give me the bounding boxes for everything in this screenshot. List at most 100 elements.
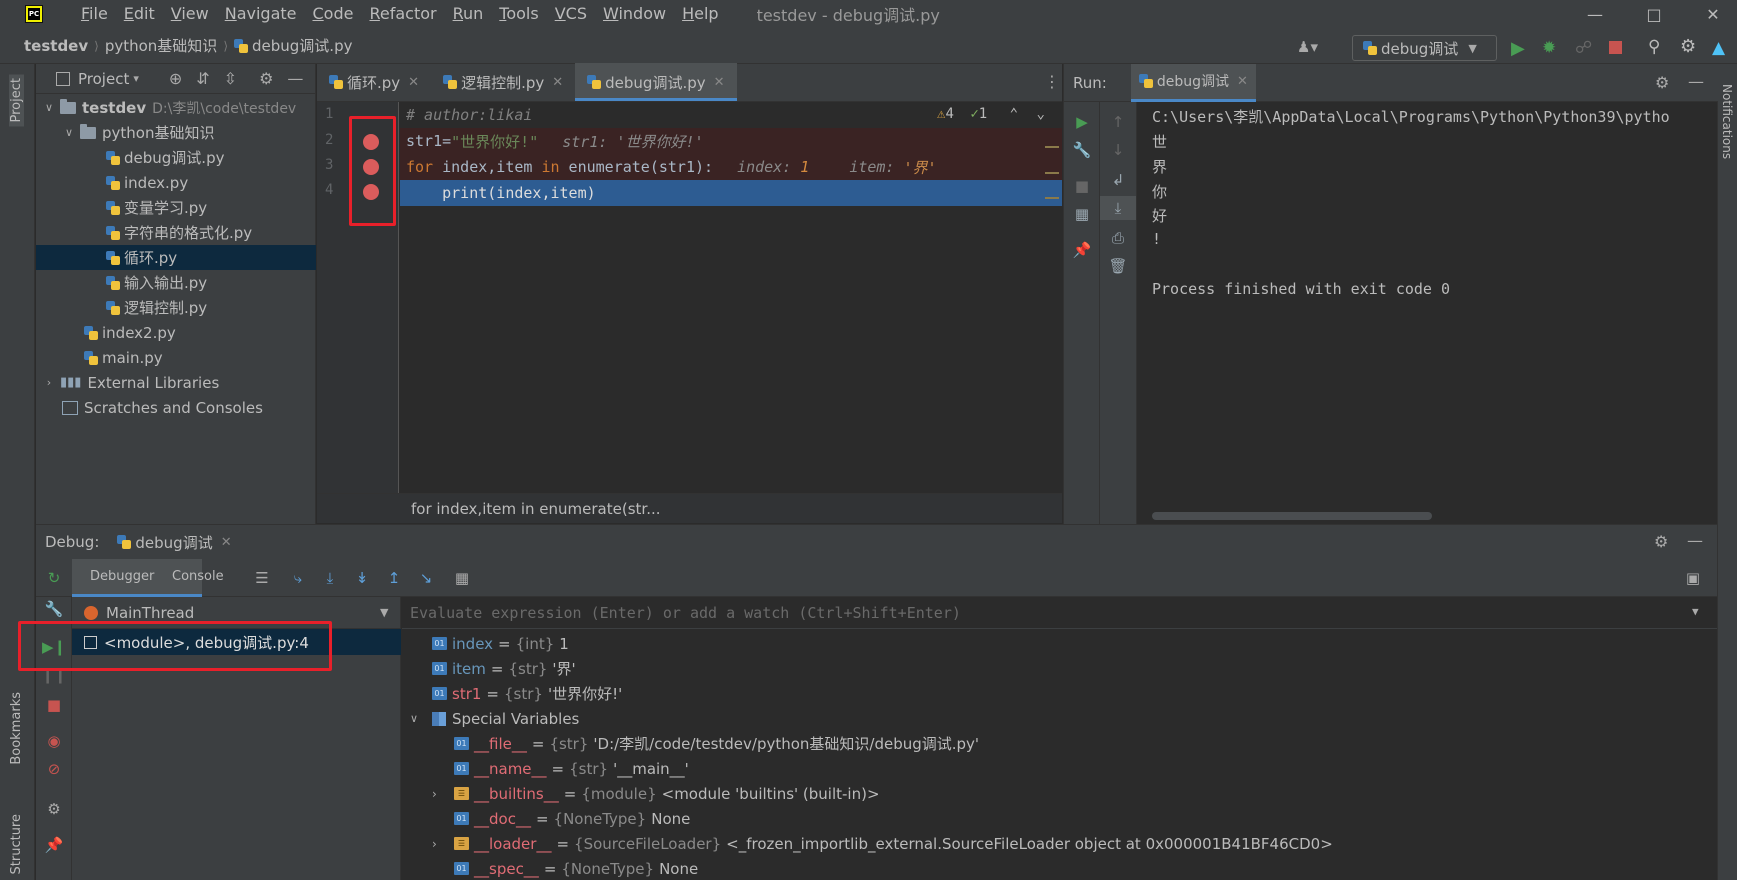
code-line-3[interactable]: for index,item in enumerate(str1): index…: [400, 154, 1062, 180]
tree-item-file[interactable]: 输入输出.py: [36, 270, 316, 295]
menu-window[interactable]: Window: [595, 0, 674, 28]
tab-logic-control[interactable]: 逻辑控制.py ✕: [431, 63, 575, 101]
pin-icon[interactable]: 📌: [1064, 238, 1100, 262]
chevron-down-icon[interactable]: ▼: [380, 606, 388, 619]
close-tab-icon[interactable]: ✕: [221, 535, 232, 550]
tab-debug[interactable]: debug调试.py ✕: [575, 63, 737, 101]
settings-gear-icon[interactable]: ⚙: [36, 797, 72, 821]
tree-item-external-libraries[interactable]: › ▮▮▮ External Libraries: [36, 370, 316, 395]
next-highlight-icon[interactable]: ⌄: [1037, 106, 1045, 122]
panel-settings-gear-icon[interactable]: ⚙: [1654, 532, 1668, 551]
chevron-right-icon[interactable]: ›: [42, 376, 56, 389]
collapse-all-icon[interactable]: ⇳: [224, 69, 237, 88]
menu-tools[interactable]: Tools: [491, 0, 546, 28]
chevron-down-icon[interactable]: ∨: [410, 712, 426, 725]
special-variables-group[interactable]: ∨ Special Variables: [410, 706, 579, 731]
breadcrumb-file[interactable]: debug调试.py: [252, 35, 352, 56]
menu-file[interactable]: File: [73, 0, 116, 28]
step-into-icon[interactable]: ⤓: [318, 566, 342, 590]
locate-file-icon[interactable]: ⊕: [169, 69, 182, 88]
close-window-icon[interactable]: ✕: [1693, 0, 1733, 28]
bookmarks-tool-tab[interactable]: Bookmarks: [9, 692, 24, 765]
variable-row[interactable]: 01 __doc__ = {NoneType} None: [454, 806, 690, 831]
soft-wrap-icon[interactable]: ↲: [1100, 168, 1136, 192]
more-tabs-icon[interactable]: ⋮: [1044, 72, 1060, 91]
tree-item-file-selected[interactable]: 循环.py: [36, 245, 316, 270]
arrow-down-icon[interactable]: ↓: [1100, 138, 1136, 162]
tab-loop[interactable]: 循环.py ✕: [317, 63, 431, 101]
variable-row[interactable]: 01 __spec__ = {NoneType} None: [454, 856, 698, 880]
code-with-me-icon[interactable]: ▲: [1712, 38, 1725, 58]
notifications-tool-tab[interactable]: Notifications: [1720, 84, 1734, 159]
expand-all-icon[interactable]: ⇵: [196, 69, 209, 88]
panel-settings-gear-icon[interactable]: ⚙: [1655, 73, 1669, 92]
chevron-down-icon[interactable]: ▼: [1692, 605, 1699, 618]
chevron-right-icon[interactable]: ›: [432, 837, 450, 851]
menu-view[interactable]: View: [163, 0, 217, 28]
menu-lines-icon[interactable]: ☰: [250, 566, 274, 590]
tree-item-file[interactable]: index2.py: [36, 320, 316, 345]
hide-panel-icon[interactable]: —: [1688, 72, 1704, 91]
chevron-down-icon[interactable]: ▾: [133, 72, 139, 85]
menu-help[interactable]: Help: [674, 0, 726, 28]
variable-row[interactable]: 01 str1 = {str} '世界你好!': [432, 681, 622, 706]
inspection-widget[interactable]: ⚠4 ✓1 ⌃ ⌄: [937, 106, 1045, 122]
hide-panel-icon[interactable]: —: [287, 69, 303, 88]
layout-icon[interactable]: ▦: [1064, 202, 1100, 226]
close-tab-icon[interactable]: ✕: [552, 75, 563, 90]
variable-row[interactable]: 01 __name__ = {str} '__main__': [454, 756, 689, 781]
user-icon[interactable]: ♟▾: [1297, 38, 1318, 56]
chevron-down-icon[interactable]: ∨: [62, 126, 76, 139]
code-line-2[interactable]: str1= "世界你好!" str1: '世界你好!': [400, 128, 1062, 154]
tab-debugger[interactable]: Debugger: [90, 569, 154, 584]
code-editor[interactable]: 1 2 3 4 # author:likai ⚠4 ✓1 ⌃ ⌄ str1= "世…: [317, 102, 1062, 502]
breadcrumb-folder[interactable]: python基础知识: [105, 35, 217, 56]
tree-item-python-folder[interactable]: ∨ python基础知识: [36, 120, 316, 145]
hide-panel-icon[interactable]: —: [1687, 531, 1703, 550]
wrench-icon[interactable]: 🔧: [36, 597, 72, 621]
stop-icon[interactable]: ■: [36, 693, 72, 717]
rerun-debug-icon[interactable]: ↻: [42, 566, 66, 590]
maximize-icon[interactable]: □: [1634, 0, 1674, 28]
menu-run[interactable]: Run: [445, 0, 492, 28]
structure-tool-tab[interactable]: Structure: [9, 814, 24, 874]
tree-item-testdev[interactable]: ∨ testdev D:\李凯\code\testdev: [36, 95, 316, 120]
variable-row[interactable]: › ☰ __loader__ = {SourceFileLoader} <_fr…: [432, 831, 1333, 856]
panel-settings-gear-icon[interactable]: ⚙: [259, 69, 273, 88]
step-out-icon[interactable]: ↥: [382, 566, 406, 590]
breadcrumb-project[interactable]: testdev: [24, 37, 88, 55]
tree-item-file[interactable]: debug调试.py: [36, 145, 316, 170]
menu-code[interactable]: Code: [305, 0, 362, 28]
evaluate-expression-input[interactable]: Evaluate expression (Enter) or add a wat…: [402, 597, 1717, 629]
step-over-icon[interactable]: ⤷: [286, 566, 310, 590]
menu-navigate[interactable]: Navigate: [217, 0, 305, 28]
layout-settings-icon[interactable]: ▣: [1681, 566, 1705, 590]
variable-row[interactable]: › ☰ __builtins__ = {module} <module 'bui…: [432, 781, 880, 806]
editor-breadcrumb-status[interactable]: for index,item in enumerate(str...: [317, 493, 1062, 523]
debug-icon[interactable]: ✹: [1542, 38, 1556, 58]
stop-icon[interactable]: ■: [1064, 174, 1100, 198]
rerun-icon[interactable]: ▶: [1064, 110, 1100, 134]
close-tab-icon[interactable]: ✕: [714, 75, 725, 90]
menu-refactor[interactable]: Refactor: [361, 0, 444, 28]
arrow-up-icon[interactable]: ↑: [1100, 110, 1136, 134]
scroll-to-end-icon[interactable]: ⤓: [1100, 196, 1136, 220]
chevron-down-icon[interactable]: ∨: [42, 101, 56, 114]
menu-edit[interactable]: Edit: [116, 0, 163, 28]
run-icon[interactable]: ▶: [1511, 38, 1525, 59]
tab-console[interactable]: Console: [172, 569, 224, 584]
coverage-icon[interactable]: ☍: [1575, 38, 1592, 58]
run-tab[interactable]: debug调试 ✕: [1130, 63, 1256, 102]
code-line-4-current[interactable]: print(index,item): [400, 180, 1062, 206]
variable-row[interactable]: 01 __file__ = {str} 'D:/李凯/code/testdev/…: [454, 731, 979, 756]
horizontal-scrollbar[interactable]: [1152, 512, 1432, 520]
pin-icon[interactable]: 📌: [36, 833, 72, 857]
minimize-icon[interactable]: —: [1575, 0, 1615, 28]
menu-vcs[interactable]: VCS: [547, 0, 595, 28]
step-into-my-code-icon[interactable]: ↡: [350, 566, 374, 590]
variable-row[interactable]: 01 index = {int} 1: [432, 631, 569, 656]
tree-item-file[interactable]: 字符串的格式化.py: [36, 220, 316, 245]
debug-tab[interactable]: debug调试 ✕: [117, 532, 232, 553]
search-icon[interactable]: ⚲: [1648, 37, 1660, 57]
tree-item-scratches[interactable]: Scratches and Consoles: [36, 395, 316, 420]
